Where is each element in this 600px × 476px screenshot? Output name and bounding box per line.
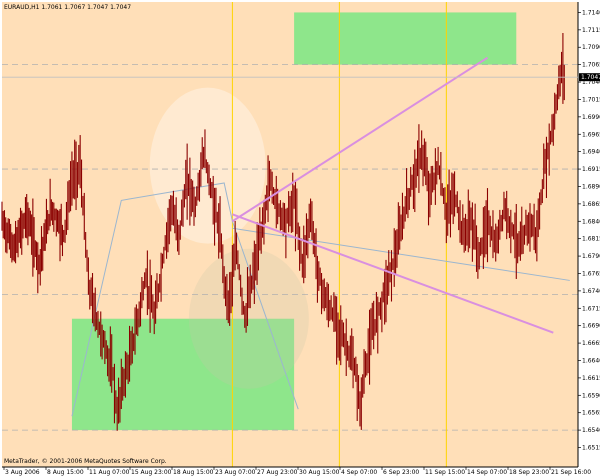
x-tick-label: 14 Sep 07:00 — [467, 469, 507, 476]
y-tick-label: 1.6965 — [582, 131, 600, 138]
y-tick-label: 1.6790 — [582, 253, 600, 260]
x-tick-label: 8 Aug 15:00 — [47, 469, 84, 476]
copyright-text: MetaTrader, © 2001-2006 MetaQuotes Softw… — [4, 458, 167, 465]
y-tick-label: 1.6765 — [582, 270, 600, 277]
y-tick-label: 1.7065 — [582, 62, 600, 69]
x-tick-label: 3 Aug 2006 — [5, 469, 40, 476]
x-tick-label: 18 Sep 23:00 — [509, 469, 549, 476]
x-tick-label: 23 Aug 07:00 — [215, 469, 256, 476]
y-tick-label: 1.6640 — [582, 357, 600, 364]
x-tick-label: 15 Aug 23:00 — [131, 469, 172, 476]
y-tick-label: 1.6565 — [582, 410, 600, 417]
chart-window: 1.71401.71151.70901.70651.70401.70151.69… — [0, 0, 600, 476]
x-tick-label: 30 Aug 15:00 — [299, 469, 340, 476]
symbol-info: EURAUD,H1 1.7061 1.7067 1.7047 1.7047 — [4, 4, 131, 11]
y-tick-label: 1.7015 — [582, 96, 600, 103]
x-tick-label: 27 Aug 23:00 — [257, 469, 298, 476]
current-price-label: 1.7047 — [581, 74, 600, 81]
y-tick-label: 1.6715 — [582, 305, 600, 312]
y-tick-label: 1.6515 — [582, 445, 600, 452]
y-tick-label: 1.6740 — [582, 288, 600, 295]
y-tick-label: 1.6590 — [582, 392, 600, 399]
x-tick-label: 11 Sep 15:00 — [425, 469, 465, 476]
x-tick-label: 18 Aug 15:00 — [173, 469, 214, 476]
y-tick-label: 1.6915 — [582, 166, 600, 173]
y-tick-label: 1.6615 — [582, 375, 600, 382]
y-tick-label: 1.7140 — [582, 9, 600, 16]
y-tick-label: 1.6815 — [582, 236, 600, 243]
y-tick-label: 1.6540 — [582, 427, 600, 434]
y-tick-label: 1.7115 — [582, 27, 600, 34]
price-chart: 1.71401.71151.70901.70651.70401.70151.69… — [0, 0, 600, 476]
x-tick-label: 4 Sep 07:00 — [341, 469, 377, 476]
y-tick-label: 1.6865 — [582, 201, 600, 208]
y-tick-label: 1.6690 — [582, 323, 600, 330]
supply-zone — [294, 12, 517, 65]
x-tick-label: 11 Aug 07:00 — [89, 469, 130, 476]
y-tick-label: 1.6665 — [582, 340, 600, 347]
y-tick-label: 1.6940 — [582, 149, 600, 156]
y-tick-label: 1.6890 — [582, 183, 600, 190]
y-tick-label: 1.7090 — [582, 44, 600, 51]
y-tick-label: 1.6990 — [582, 114, 600, 121]
y-tick-label: 1.6840 — [582, 218, 600, 225]
x-tick-label: 21 Sep 16:00 — [551, 469, 591, 476]
x-tick-label: 6 Sep 23:00 — [383, 469, 419, 476]
